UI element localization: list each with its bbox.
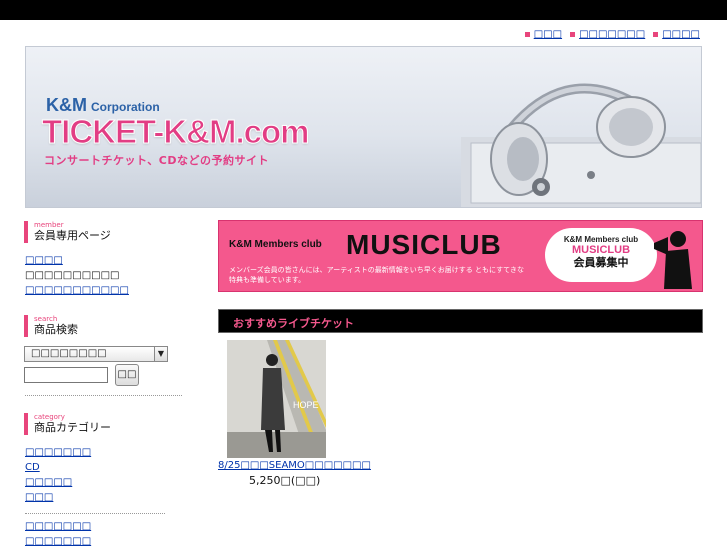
- top-link-1[interactable]: □□□: [524, 29, 563, 40]
- site-logo[interactable]: TICKET-K&M.com: [42, 113, 310, 151]
- section-accent-bar: [24, 413, 28, 435]
- recommend-title: おすすめライブチケット: [233, 317, 354, 330]
- top-link-label: □□□□□□□: [579, 29, 646, 40]
- member-login-link[interactable]: □□□□: [25, 255, 63, 266]
- badge-line2: MUSICLUB: [571, 244, 631, 256]
- top-link-2[interactable]: □□□□□□□: [570, 29, 645, 40]
- top-links: □□□ □□□□□□□ □□□□: [524, 29, 700, 40]
- banner-title: MUSICLUB: [346, 229, 502, 260]
- member-section-title: member 会員専用ページ: [24, 221, 111, 243]
- section-accent-bar: [24, 315, 28, 337]
- category-item[interactable]: □□□□□□□: [25, 447, 91, 458]
- badge-line3: 会員募集中: [573, 256, 629, 269]
- divider: [25, 513, 165, 514]
- section-title-ja: 商品カテゴリー: [34, 421, 111, 434]
- member-status-text: □□□□□□□□□□: [25, 270, 120, 281]
- top-link-label: □□□□: [662, 29, 700, 40]
- section-title-en: member: [34, 221, 64, 229]
- corp-suffix: Corporation: [91, 100, 160, 114]
- category-select[interactable]: □□□□□□□□ ▼: [24, 346, 168, 362]
- search-input[interactable]: [24, 367, 108, 383]
- recommend-header: おすすめライブチケット: [218, 309, 703, 333]
- top-link-label: □□□: [533, 29, 563, 40]
- divider: [25, 395, 182, 396]
- product-price: 5,250□(□□): [249, 474, 321, 487]
- section-title-ja: 商品検索: [34, 323, 78, 336]
- bullet-square-icon: [653, 32, 659, 37]
- top-black-bar: [0, 0, 727, 20]
- bullet-square-icon: [524, 32, 530, 37]
- site-header-banner: K&M Corporation TICKET-K&M.com コンサートチケット、…: [25, 46, 702, 208]
- badge-line1: K&M Members club: [563, 235, 639, 244]
- section-title-en: category: [34, 413, 65, 421]
- search-button[interactable]: □□: [115, 364, 139, 386]
- corp-mark: K&M: [46, 95, 87, 115]
- category-item[interactable]: □□□□□: [25, 477, 72, 488]
- top-link-3[interactable]: □□□□: [653, 29, 700, 40]
- section-title-ja: 会員専用ページ: [34, 229, 111, 242]
- section-title-en: search: [34, 315, 58, 323]
- headphones-image: [461, 83, 701, 207]
- banner-club-label: K&M Members club: [229, 239, 322, 250]
- section-accent-bar: [24, 221, 28, 243]
- product-link[interactable]: 8/25□□□SEAMO□□□□□□□: [218, 460, 371, 471]
- sidebar-extra-link[interactable]: □□□□□□□: [25, 521, 91, 532]
- product-photo: HOPE: [227, 340, 326, 458]
- sidebar-extra-link[interactable]: □□□□□□□: [25, 536, 91, 547]
- site-tagline: コンサートチケット、CDなどの予約サイト: [44, 154, 269, 167]
- banner-description: メンバーズ会員の皆さんには、アーティストの最新情報をいち早くお届けする ともにす…: [229, 266, 524, 284]
- megaphone-person-icon: [654, 231, 692, 289]
- banner-recruit-badge: K&M Members club MUSICLUB 会員募集中: [545, 228, 657, 282]
- category-section-title: category 商品カテゴリー: [24, 413, 111, 435]
- photo-text: HOPE: [293, 400, 319, 410]
- member-register-link[interactable]: □□□□□□□□□□□: [25, 285, 129, 296]
- category-select-value: □□□□□□□□: [31, 348, 107, 359]
- musiclub-banner[interactable]: K&M Members club MUSICLUB メンバーズ会員の皆さんには、…: [218, 220, 703, 292]
- chevron-down-icon[interactable]: ▼: [154, 347, 167, 361]
- product-image[interactable]: HOPE: [227, 340, 326, 458]
- search-section-title: search 商品検索: [24, 315, 78, 337]
- bullet-square-icon: [570, 32, 576, 37]
- category-item[interactable]: □□□: [25, 492, 53, 503]
- category-item-cd[interactable]: CD: [25, 462, 40, 473]
